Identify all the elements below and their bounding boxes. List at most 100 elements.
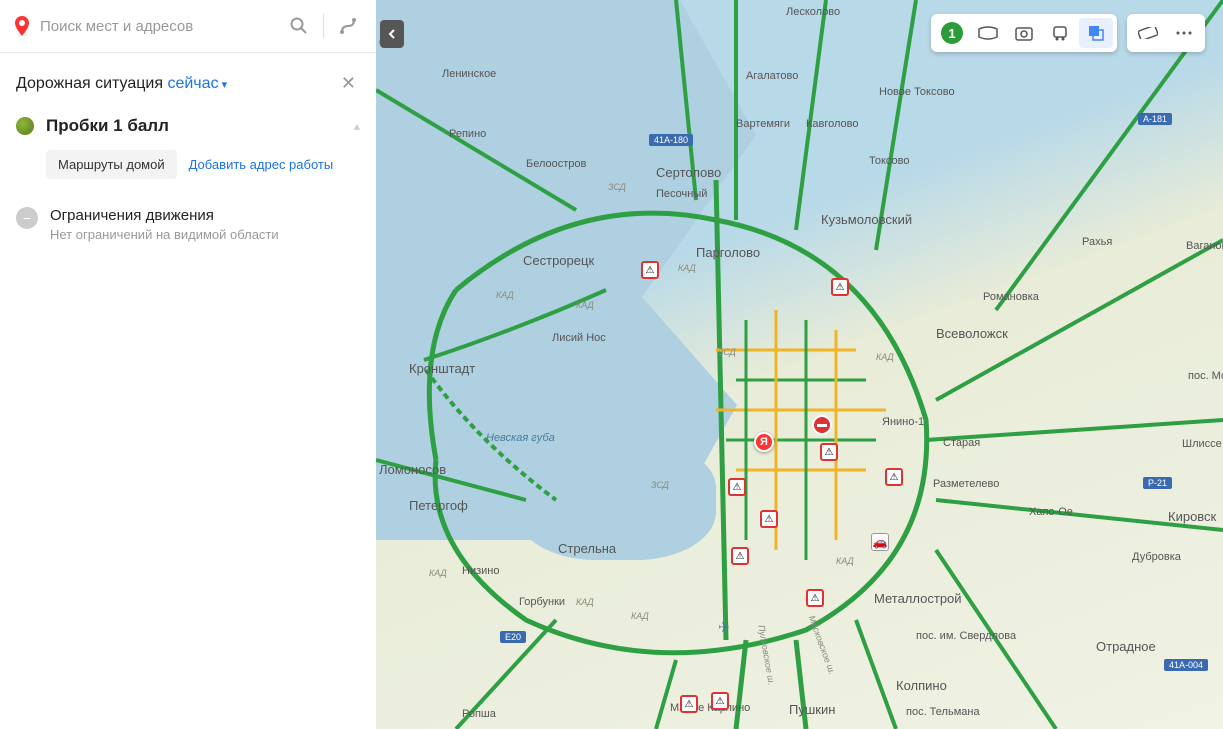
place-label: Стрельна <box>558 541 616 556</box>
place-label: Кронштадт <box>409 361 475 376</box>
restrictions-subtitle: Нет ограничений на видимой области <box>50 227 279 242</box>
road-label: КАД <box>678 263 696 273</box>
ruler-button[interactable] <box>1131 18 1165 48</box>
close-icon[interactable]: ✕ <box>337 69 360 98</box>
restrictions-title: Ограничения движения <box>50 207 279 224</box>
map[interactable]: Лесколово Ленинское Агалатово Новое Токс… <box>376 0 1223 729</box>
add-work-address-link[interactable]: Добавить адрес работы <box>189 157 334 172</box>
restriction-minus-icon: − <box>16 207 38 229</box>
place-label: Репино <box>449 128 486 140</box>
place-label: Лисий Нос <box>552 332 606 344</box>
place-label: Пушкин <box>789 702 835 717</box>
place-label: Сестрорецк <box>523 253 594 268</box>
place-label: Всеволожск <box>936 326 1008 341</box>
home-routes-button[interactable]: Маршруты домой <box>46 150 177 179</box>
place-label: Разметелево <box>933 478 999 490</box>
roadwork-marker-icon[interactable]: ⚠ <box>760 510 778 528</box>
map-toolbar: 1 <box>931 14 1205 52</box>
place-label: Отрадное <box>1096 639 1156 654</box>
map-type-button[interactable] <box>1079 18 1113 48</box>
restrictions-text: Ограничения движения Нет ограничений на … <box>50 207 279 242</box>
roadwork-marker-icon[interactable]: ⚠ <box>641 261 659 279</box>
noentry-marker-icon[interactable] <box>812 415 832 435</box>
place-label: пос. Мор <box>1188 370 1223 382</box>
place-label: Горбунки <box>519 596 565 608</box>
roadwork-marker-icon[interactable]: ⚠ <box>711 692 729 710</box>
roadwork-marker-icon[interactable]: ⚠ <box>885 468 903 486</box>
accident-marker-icon[interactable]: 🚗 <box>871 533 889 551</box>
restrictions-block: − Ограничения движения Нет ограничений н… <box>0 193 376 256</box>
search-icon[interactable] <box>283 10 315 42</box>
place-label: Токсово <box>869 155 910 167</box>
place-label: Низино <box>462 565 499 577</box>
search-bar <box>0 0 376 53</box>
sidebar: Дорожная ситуация сейчас ✕ Пробки 1 балл… <box>0 0 376 729</box>
panorama-layer-button[interactable] <box>971 18 1005 48</box>
yandex-logo-marker-icon[interactable]: Я <box>754 432 774 452</box>
traffic-score-badge: 1 <box>941 22 963 44</box>
place-label: Романовка <box>983 291 1039 303</box>
place-label: Вартемяги <box>736 118 790 130</box>
traffic-layer-button[interactable]: 1 <box>935 18 969 48</box>
place-label: Песочный <box>656 188 707 200</box>
place-label: Агалатово <box>746 70 798 82</box>
location-pin-icon <box>12 16 32 36</box>
highway-badge: 41А-180 <box>649 134 693 146</box>
place-label: Белоостров <box>526 158 586 170</box>
place-label: Новое Токсово <box>879 86 955 98</box>
place-label: Кировск <box>1168 509 1216 524</box>
roadwork-marker-icon[interactable]: ⚠ <box>820 443 838 461</box>
place-label: Сертолово <box>656 165 721 180</box>
place-label: Ропша <box>462 708 496 720</box>
place-label: Янино-1 <box>882 416 924 428</box>
roadwork-marker-icon[interactable]: ⚠ <box>831 278 849 296</box>
place-label: Лесколово <box>786 6 840 18</box>
place-label: Шлиссе <box>1182 438 1222 450</box>
route-icon[interactable] <box>332 10 364 42</box>
highway-badge: Р-21 <box>1143 477 1172 489</box>
highway-badge: 41А-004 <box>1164 659 1208 671</box>
water-label: Невская губа <box>486 432 555 444</box>
roadwork-marker-icon[interactable]: ⚠ <box>728 478 746 496</box>
layers-toolbar: 1 <box>931 14 1117 52</box>
place-label: Рахья <box>1082 236 1112 248</box>
time-selector[interactable]: сейчас <box>167 75 227 92</box>
road-label: КАД <box>631 611 649 621</box>
place-label: Кузьмоловский <box>821 212 912 227</box>
roadwork-marker-icon[interactable]: ⚠ <box>731 547 749 565</box>
airport-icon: ✈ <box>715 618 733 636</box>
place-label: Ломоносов <box>379 462 446 477</box>
place-label: Старая <box>943 437 980 449</box>
divider <box>323 14 324 38</box>
roadwork-marker-icon[interactable]: ⚠ <box>680 695 698 713</box>
panel-header: Дорожная ситуация сейчас ✕ <box>0 53 376 108</box>
roadwork-marker-icon[interactable]: ⚠ <box>806 589 824 607</box>
place-label: Ленинское <box>442 68 496 80</box>
chevron-up-icon: ▴ <box>354 119 360 133</box>
highway-badge: Е20 <box>500 631 526 643</box>
place-label: Дубровка <box>1132 551 1181 563</box>
place-label: Колпино <box>896 678 947 693</box>
search-input[interactable] <box>40 18 275 35</box>
collapse-sidebar-button[interactable] <box>380 20 404 48</box>
road-network <box>376 0 1223 729</box>
tools-toolbar <box>1127 14 1205 52</box>
panel-title: Дорожная ситуация сейчас <box>16 75 227 93</box>
more-menu-button[interactable] <box>1167 18 1201 48</box>
road-label: КАД <box>836 556 854 566</box>
place-label: пос. Тельмана <box>906 706 980 718</box>
traffic-header[interactable]: Пробки 1 балл ▴ <box>16 116 360 136</box>
photo-layer-button[interactable] <box>1007 18 1041 48</box>
road-label: ЗСД <box>608 182 626 192</box>
road-label: КАД <box>576 300 594 310</box>
place-label: Ваганов <box>1186 240 1223 252</box>
place-label: Петергоф <box>409 498 468 513</box>
place-label: Металлострой <box>874 591 962 606</box>
place-label: Хапо-Ое <box>1029 506 1073 518</box>
transport-layer-button[interactable] <box>1043 18 1077 48</box>
place-label: Кавголово <box>806 118 859 130</box>
traffic-block: Пробки 1 балл ▴ Маршруты домой Добавить … <box>0 108 376 193</box>
traffic-status-dot-icon <box>16 117 34 135</box>
traffic-actions: Маршруты домой Добавить адрес работы <box>46 150 360 179</box>
road-label: КАД <box>429 568 447 578</box>
